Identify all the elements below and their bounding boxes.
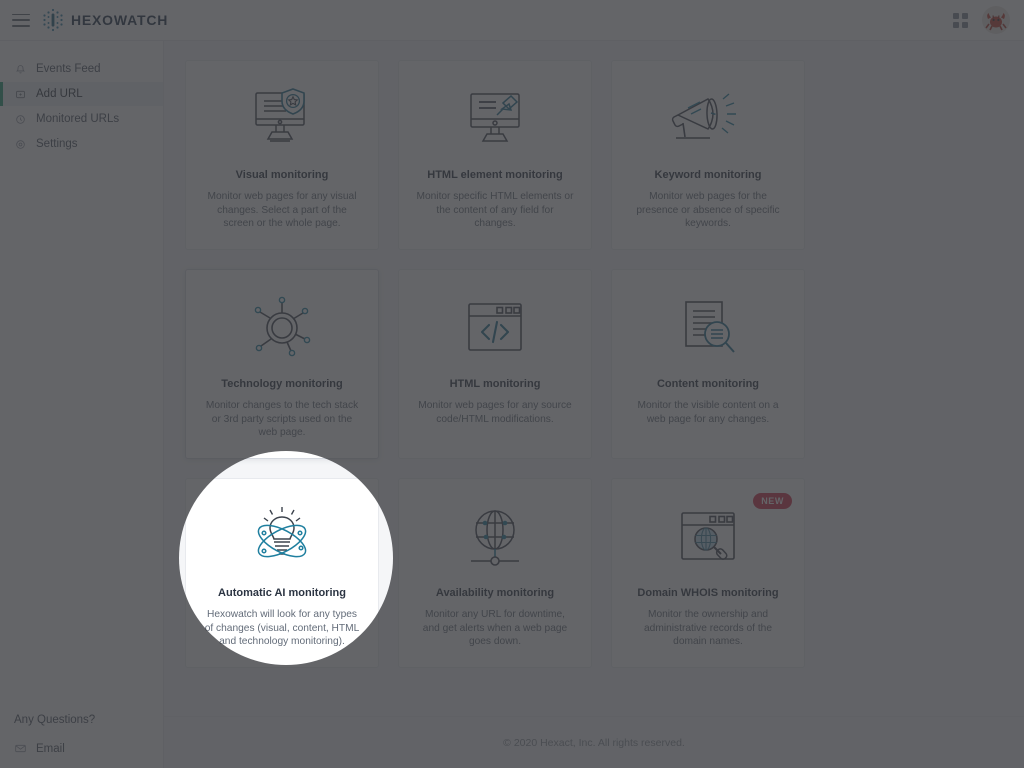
card-automatic-ai-monitoring[interactable]: Automatic AI monitoring Hexowatch will l… <box>185 478 379 668</box>
card-title: Domain WHOIS monitoring <box>637 587 779 599</box>
card-title: Keyword monitoring <box>654 169 762 181</box>
card-description: Monitor web pages for any source code/HT… <box>418 400 572 425</box>
gear-icon <box>14 138 27 151</box>
sidebar-email-label: Email <box>36 742 65 755</box>
document-magnifier-icon <box>666 286 750 374</box>
header-actions <box>953 6 1010 34</box>
bell-icon <box>14 63 27 76</box>
globe-uptime-icon <box>453 495 537 583</box>
user-avatar[interactable] <box>982 6 1010 34</box>
card-title: Visual monitoring <box>235 169 329 181</box>
copyright-text: © 2020 Hexact, Inc. All rights reserved. <box>503 736 685 749</box>
card-title: Technology monitoring <box>221 378 343 390</box>
card-keyword-monitoring[interactable]: Keyword monitoring Monitor web pages for… <box>611 60 805 250</box>
card-description: Monitor changes to the tech stack or 3rd… <box>205 400 359 438</box>
card-title: Content monitoring <box>656 378 760 390</box>
hamburger-menu-icon[interactable] <box>12 13 30 27</box>
card-description: Hexowatch will look for any types of cha… <box>204 609 360 647</box>
card-title: HTML monitoring <box>449 378 541 390</box>
sidebar-item-monitored-urls[interactable]: Monitored URLs <box>0 107 163 131</box>
sidebar-item-label: Settings <box>36 138 78 150</box>
card-description: Monitor specific HTML elements or the co… <box>416 191 574 229</box>
sidebar-item-add-url[interactable]: Add URL <box>0 82 163 106</box>
clock-icon <box>14 113 27 126</box>
sidebar-item-label: Add URL <box>36 88 83 100</box>
card-description: Monitor the ownership and administrative… <box>644 609 772 647</box>
card-title: HTML element monitoring <box>427 169 563 181</box>
browser-globe-magnifier-icon <box>666 495 750 583</box>
lightbulb-atom-icon <box>240 495 324 583</box>
any-questions-label: Any Questions? <box>14 714 96 726</box>
monitor-pushpin-icon <box>453 77 537 165</box>
card-html-monitoring[interactable]: HTML monitoring Monitor web pages for an… <box>398 269 592 459</box>
browser-code-icon <box>453 286 537 374</box>
card-description: Monitor the visible content on a web pag… <box>637 400 779 425</box>
monitor-type-cards: Visual monitoring Monitor web pages for … <box>185 60 1011 668</box>
card-title: Availability monitoring <box>435 587 555 599</box>
sidebar-item-events-feed[interactable]: Events Feed <box>0 57 163 81</box>
brand-name: HEXOWATCH <box>71 12 169 28</box>
sidebar-email-link[interactable]: Email <box>14 742 163 755</box>
main-content: Visual monitoring Monitor web pages for … <box>164 41 1024 768</box>
megaphone-icon <box>666 77 750 165</box>
sidebar-item-label: Monitored URLs <box>36 113 120 125</box>
apps-grid-icon[interactable] <box>953 12 968 28</box>
card-visual-monitoring[interactable]: Visual monitoring Monitor web pages for … <box>185 60 379 250</box>
card-domain-whois-monitoring[interactable]: NEW Domain WHOIS monitoring Monitor the … <box>611 478 805 668</box>
sidebar-footer: Any Questions? Email <box>0 714 163 768</box>
sidebar-nav: Events Feed Add URL Monitored URLs Setti… <box>0 41 163 156</box>
app-root: HEXOWATCH Events Feed Add URL Monitored … <box>0 0 1024 768</box>
sidebar-item-settings[interactable]: Settings <box>0 132 163 156</box>
brand[interactable]: HEXOWATCH <box>42 8 168 32</box>
hexowatch-logo-icon <box>42 8 64 32</box>
card-content-monitoring[interactable]: Content monitoring Monitor the visible c… <box>611 269 805 459</box>
envelope-icon <box>14 742 27 755</box>
card-availability-monitoring[interactable]: Availability monitoring Monitor any URL … <box>398 478 592 668</box>
card-html-element-monitoring[interactable]: HTML element monitoring Monitor specific… <box>398 60 592 250</box>
card-description: Monitor web pages for the presence or ab… <box>636 191 780 229</box>
card-description: Monitor web pages for any visual changes… <box>207 191 357 229</box>
sidebar: Events Feed Add URL Monitored URLs Setti… <box>0 41 164 768</box>
new-badge: NEW <box>753 493 792 509</box>
add-box-icon <box>14 88 27 101</box>
page-footer: © 2020 Hexact, Inc. All rights reserved. <box>164 716 1024 768</box>
card-title: Automatic AI monitoring <box>218 587 346 599</box>
tech-network-hub-icon <box>240 286 324 374</box>
card-description: Monitor any URL for downtime, and get al… <box>422 609 568 647</box>
sidebar-item-label: Events Feed <box>36 63 101 75</box>
card-technology-monitoring[interactable]: Technology monitoring Monitor changes to… <box>185 269 379 459</box>
app-header: HEXOWATCH <box>0 0 1024 41</box>
monitor-shield-star-icon <box>240 77 324 165</box>
